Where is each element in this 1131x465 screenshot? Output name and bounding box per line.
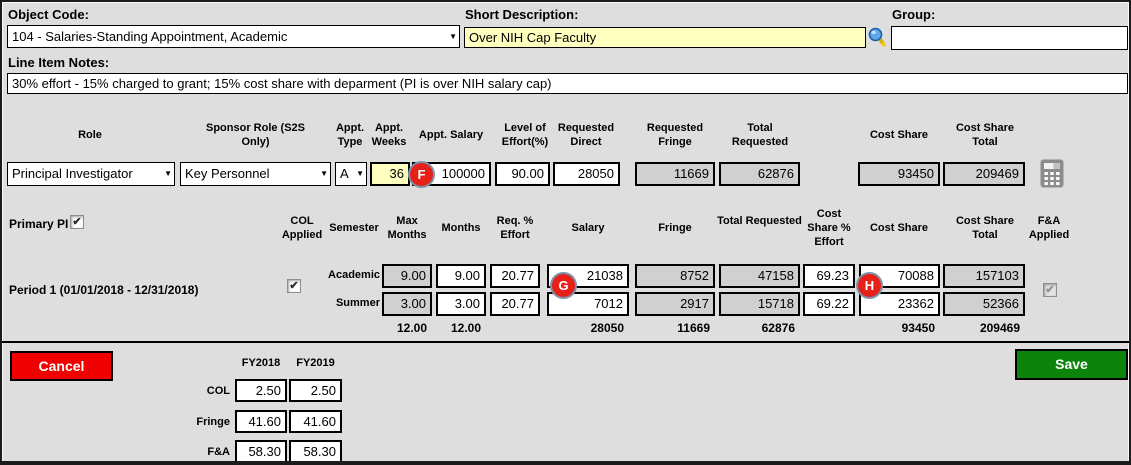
sponsor-role-select[interactable]: Key Personnel ▼ — [180, 162, 331, 186]
chevron-down-icon: ▼ — [356, 169, 364, 178]
total-max-months: 12.00 — [396, 321, 427, 335]
summer-cost-share-total: 52366 — [943, 292, 1025, 316]
requested-direct-header: Requested Direct — [557, 122, 615, 148]
col-rate-fy2018-input[interactable]: 2.50 — [235, 379, 287, 402]
fy2018-header: FY2018 — [241, 357, 281, 369]
summer-req-effort-input[interactable]: 20.77 — [490, 292, 540, 316]
summer-months-input[interactable]: 3.00 — [436, 292, 486, 316]
chevron-down-icon: ▼ — [449, 31, 457, 41]
fa-applied-checkbox: ✔ — [1043, 283, 1057, 297]
summer-fringe: 2917 — [635, 292, 715, 316]
cost-share-total-readonly: 209469 — [943, 162, 1025, 186]
cost-share-total2-header: Cost Share Total — [955, 215, 1015, 241]
role-header: Role — [78, 129, 102, 141]
requested-fringe-readonly: 11669 — [635, 162, 715, 186]
req-effort-header: Req. % Effort — [496, 215, 534, 241]
primary-pi-checkbox[interactable]: ✔ — [70, 215, 84, 229]
save-button[interactable]: Save — [1015, 349, 1128, 380]
academic-total-requested: 47158 — [719, 264, 800, 288]
col-rate-label: COL — [206, 385, 230, 397]
chevron-down-icon: ▼ — [164, 169, 172, 178]
semester-header: Semester — [329, 222, 379, 234]
cost-share-effort-header: Cost Share % Effort — [807, 208, 851, 248]
fa-rate-fy2019-input[interactable]: 58.30 — [289, 440, 342, 461]
fy2019-header: FY2019 — [296, 357, 335, 369]
fa-rate-label: F&A — [207, 446, 230, 458]
summer-total-requested: 15718 — [719, 292, 800, 316]
short-description-input[interactable]: Over NIH Cap Faculty — [464, 27, 866, 48]
cost-share-header: Cost Share — [869, 129, 929, 141]
sponsor-role-header: Sponsor Role (S2S Only) — [205, 122, 306, 148]
appt-weeks-input[interactable]: 36 — [370, 162, 410, 186]
check-icon: ✔ — [72, 216, 82, 228]
total-requested-header: Total Requested — [731, 122, 789, 148]
primary-pi-label: Primary PI — [9, 217, 69, 231]
total-salary: 28050 — [590, 321, 624, 335]
col-applied-checkbox[interactable]: ✔ — [287, 279, 301, 293]
role-select[interactable]: Principal Investigator ▼ — [7, 162, 175, 186]
salary-header: Salary — [571, 222, 605, 234]
budget-line-item-panel: Object Code: 104 - Salaries-Standing App… — [0, 0, 1131, 465]
academic-cost-share-effort-input[interactable]: 69.23 — [803, 264, 855, 288]
object-code-select[interactable]: 104 - Salaries-Standing Appointment, Aca… — [7, 25, 460, 48]
summer-cost-share-effort-input[interactable]: 69.22 — [803, 292, 855, 316]
academic-fringe: 8752 — [635, 264, 715, 288]
level-of-effort-header: Level of Effort(%) — [501, 122, 549, 148]
academic-months-input[interactable]: 9.00 — [436, 264, 486, 288]
appt-salary-header: Appt. Salary — [418, 129, 484, 141]
cost-share-readonly: 93450 — [858, 162, 940, 186]
academic-cost-share-total: 157103 — [943, 264, 1025, 288]
total-requested-readonly: 62876 — [719, 162, 800, 186]
role-value: Principal Investigator — [12, 166, 133, 181]
requested-fringe-header: Requested Fringe — [646, 122, 704, 148]
group-input[interactable] — [891, 26, 1128, 50]
requested-direct-input[interactable]: 28050 — [553, 162, 620, 186]
semester-academic-label: Academic — [328, 269, 380, 281]
total-cost-share-total: 209469 — [979, 321, 1020, 335]
fringe-rate-fy2019-input[interactable]: 41.60 — [289, 410, 342, 433]
appt-type-header: Appt. Type — [335, 122, 365, 148]
total-cost-share: 93450 — [901, 321, 935, 335]
appt-weeks-header: Appt. Weeks — [371, 122, 407, 148]
sponsor-role-value: Key Personnel — [185, 166, 270, 181]
fringe-rate-fy2018-input[interactable]: 41.60 — [235, 410, 287, 433]
group-label: Group: — [892, 7, 936, 22]
fringe-header: Fringe — [658, 222, 692, 234]
semester-summer-label: Summer — [335, 297, 380, 309]
search-icon[interactable] — [868, 27, 887, 48]
level-of-effort-input[interactable]: 90.00 — [495, 162, 550, 186]
summer-max-months: 3.00 — [382, 292, 432, 316]
months-header: Months — [441, 222, 481, 234]
annotation-marker-g: G — [550, 272, 577, 299]
section-divider — [2, 341, 1129, 343]
total-fringe: 11669 — [677, 321, 710, 335]
line-item-notes-input[interactable]: 30% effort - 15% charged to grant; 15% c… — [7, 73, 1128, 94]
short-description-label: Short Description: — [465, 7, 579, 22]
check-icon: ✔ — [1045, 284, 1055, 296]
appt-type-value: A — [340, 166, 349, 181]
period-label: Period 1 (01/01/2018 - 12/31/2018) — [9, 283, 199, 297]
annotation-marker-h: H — [856, 272, 883, 299]
object-code-value: 104 - Salaries-Standing Appointment, Aca… — [12, 28, 288, 44]
chevron-down-icon: ▼ — [320, 169, 328, 178]
total-months: 12.00 — [450, 321, 481, 335]
fa-rate-fy2018-input[interactable]: 58.30 — [235, 440, 287, 461]
col-rate-fy2019-input[interactable]: 2.50 — [289, 379, 342, 402]
annotation-marker-f: F — [408, 161, 435, 188]
object-code-label: Object Code: — [8, 7, 89, 22]
academic-req-effort-input[interactable]: 20.77 — [490, 264, 540, 288]
cancel-button[interactable]: Cancel — [10, 351, 113, 381]
total-requested2-header: Total Requested — [717, 215, 802, 227]
cost-share2-header: Cost Share — [869, 222, 929, 234]
max-months-header: Max Months — [387, 215, 427, 241]
academic-max-months: 9.00 — [382, 264, 432, 288]
line-item-notes-label: Line Item Notes: — [8, 55, 110, 70]
fringe-rate-label: Fringe — [196, 416, 230, 428]
check-icon: ✔ — [289, 280, 299, 292]
calculator-icon[interactable] — [1040, 159, 1064, 188]
cost-share-total-header: Cost Share Total — [955, 122, 1015, 148]
total-total-requested: 62876 — [761, 321, 795, 335]
appt-type-select[interactable]: A ▼ — [335, 162, 367, 186]
fa-applied-header: F&A Applied — [1028, 215, 1070, 241]
